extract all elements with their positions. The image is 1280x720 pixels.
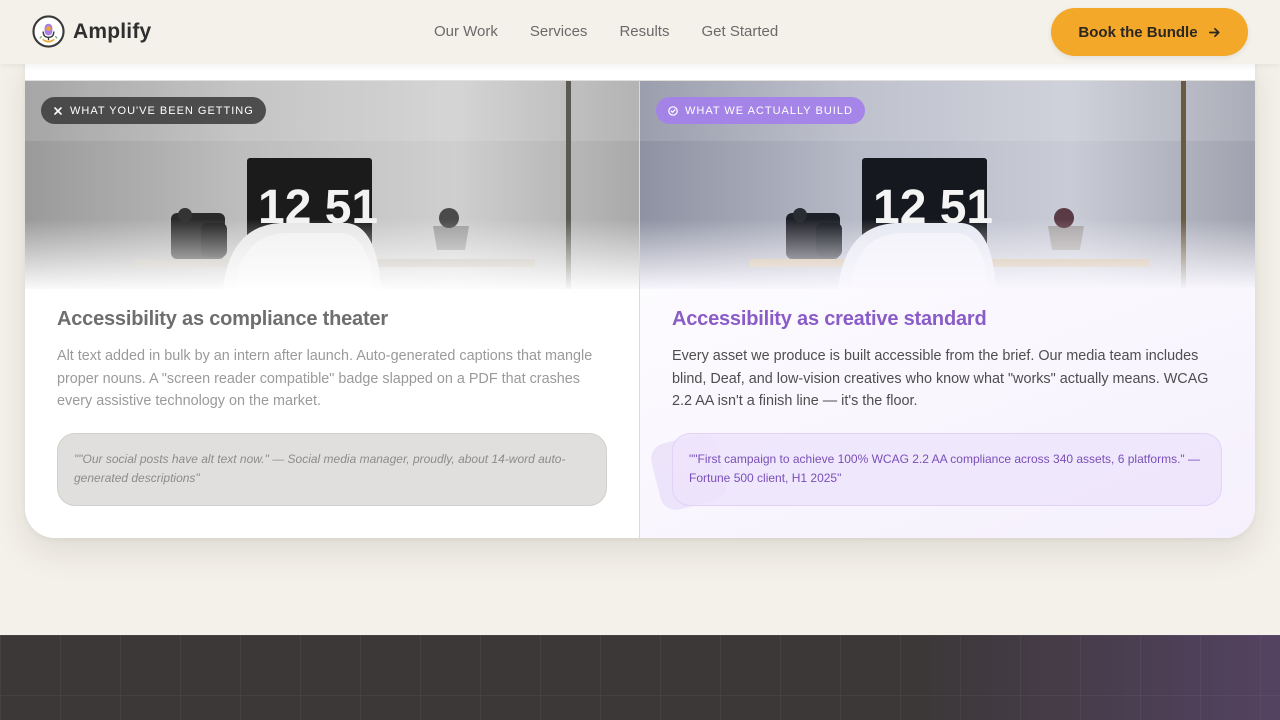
- nav-link-our-work[interactable]: Our Work: [434, 23, 498, 40]
- before-panel: 12 51 WHAT YOU'VE BEEN GETTING Accessibi…: [25, 81, 639, 538]
- x-icon: [54, 106, 62, 115]
- photo-fade-overlay: [640, 219, 1255, 289]
- after-title: Accessibility as creative standard: [672, 308, 987, 330]
- after-quote: ""First campaign to achieve 100% WCAG 2.…: [672, 433, 1222, 506]
- before-tag: WHAT YOU'VE BEEN GETTING: [41, 97, 266, 124]
- before-description: Alt text added in bulk by an intern afte…: [57, 348, 593, 409]
- book-bundle-button[interactable]: Book the Bundle: [1051, 8, 1248, 56]
- book-bundle-label: Book the Bundle: [1078, 23, 1198, 41]
- before-tag-label: WHAT YOU'VE BEEN GETTING: [70, 104, 254, 117]
- before-quote: ""Our social posts have alt text now." —…: [57, 433, 607, 506]
- nav-link-services[interactable]: Services: [530, 23, 588, 40]
- brand-logo[interactable]: Amplify: [32, 15, 151, 48]
- after-description: Every asset we produce is built accessib…: [672, 348, 1209, 409]
- main-nav: Our Work Services Results Get Started: [434, 23, 778, 40]
- site-header: Amplify Our Work Services Results Get St…: [0, 0, 1280, 64]
- nav-link-get-started[interactable]: Get Started: [701, 23, 778, 40]
- after-tag: WHAT WE ACTUALLY BUILD: [656, 97, 865, 124]
- comparison-card: 12 51 WHAT YOU'VE BEEN GETTING Accessibi…: [25, 58, 1255, 538]
- column-divider: [639, 80, 640, 538]
- after-tag-label: WHAT WE ACTUALLY BUILD: [685, 104, 853, 117]
- photo-fade-overlay: [25, 219, 639, 289]
- nav-link-results[interactable]: Results: [619, 23, 669, 40]
- before-title: Accessibility as compliance theater: [57, 308, 388, 330]
- microphone-badge-icon: [32, 15, 65, 48]
- next-section-band: [0, 635, 1280, 720]
- arrow-right-icon: [1208, 27, 1220, 37]
- check-circle-icon: [668, 105, 678, 116]
- after-panel: 12 51 WHAT WE ACTUALLY BUILD Accessibili…: [640, 81, 1255, 538]
- brand-name: Amplify: [73, 19, 152, 43]
